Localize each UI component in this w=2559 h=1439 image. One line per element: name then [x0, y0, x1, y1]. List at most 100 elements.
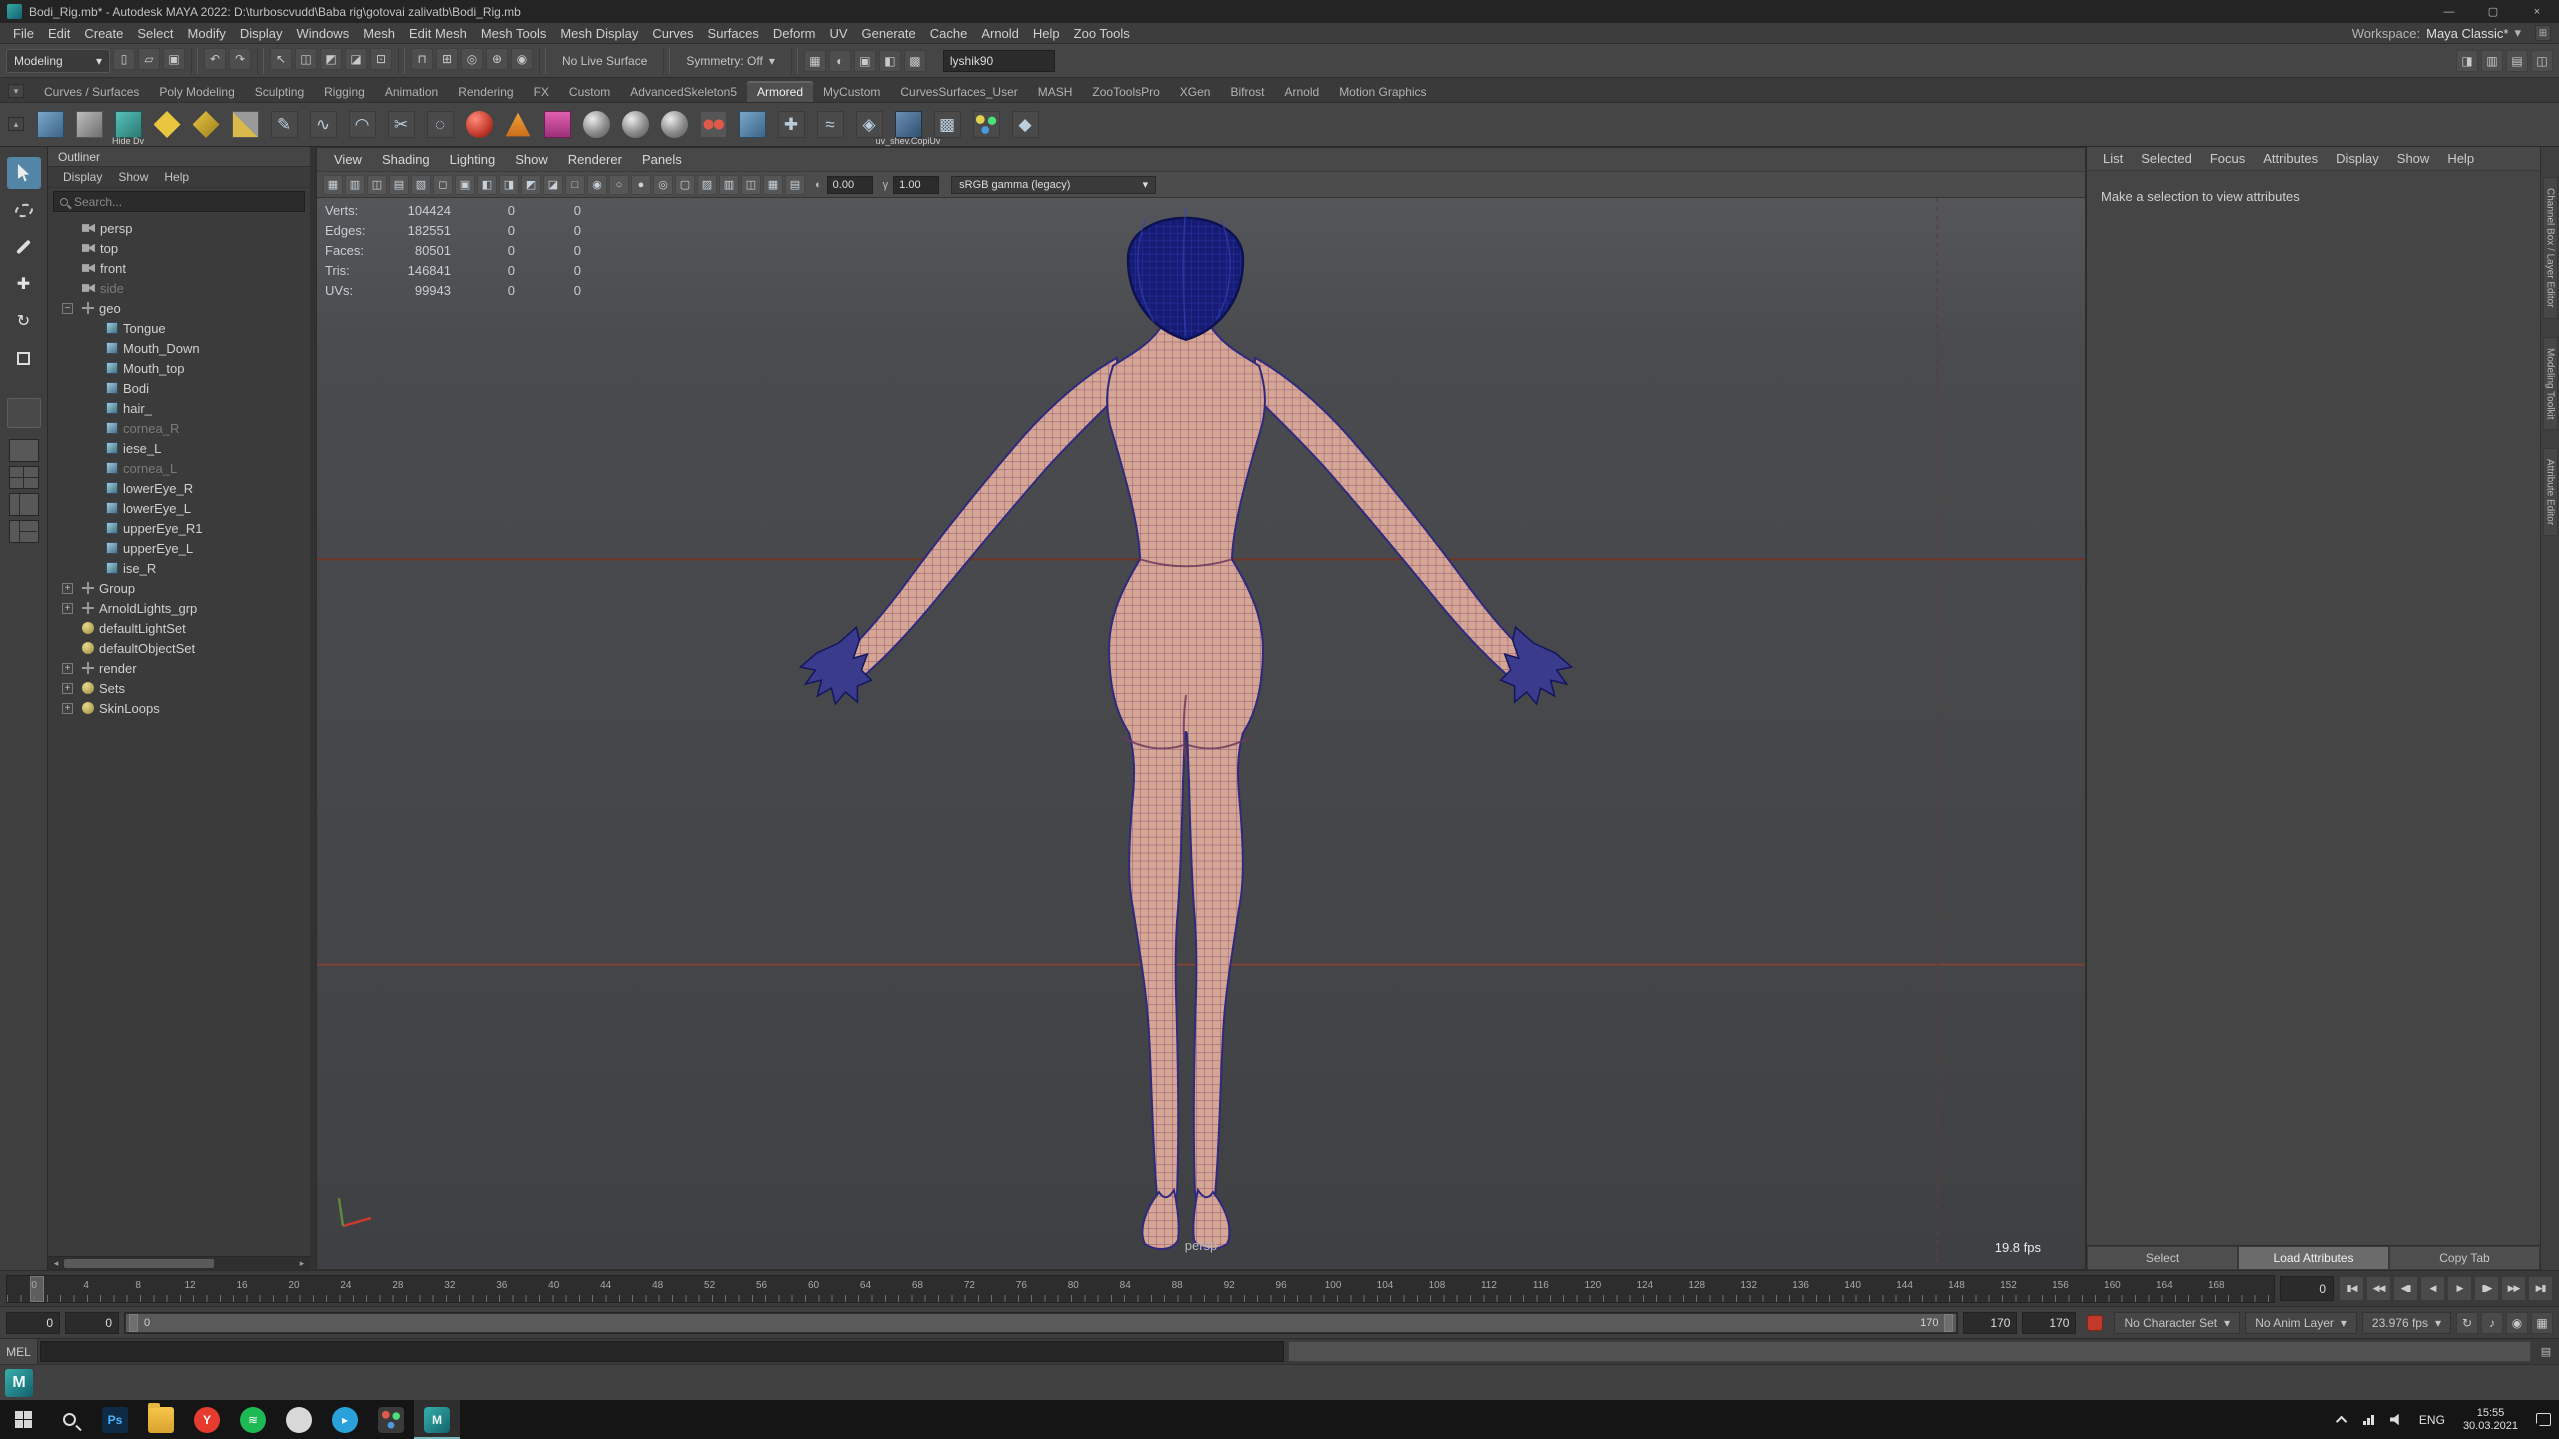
- shelf-tab[interactable]: Rendering: [448, 81, 523, 102]
- outliner-item[interactable]: iese_L: [48, 438, 310, 458]
- menu-item[interactable]: File: [6, 26, 41, 41]
- playback-option-icon[interactable]: ↻: [2456, 1311, 2478, 1334]
- expand-toggle-icon[interactable]: +: [62, 702, 73, 714]
- outliner-item[interactable]: + ArnoldLights_grp: [48, 598, 310, 618]
- start-button[interactable]: [0, 1400, 46, 1439]
- tray-expand-icon[interactable]: [2331, 1400, 2355, 1439]
- playback-speed-dropdown[interactable]: 23.976 fps ▾: [2361, 1311, 2451, 1334]
- sidebar-vertical-tab[interactable]: Attribute Editor: [2542, 448, 2558, 537]
- attribute-editor-menu-item[interactable]: Display: [2328, 151, 2387, 166]
- restore-button[interactable]: ▢: [2471, 0, 2515, 23]
- symmetry-selector[interactable]: Symmetry: Off ▾: [676, 54, 784, 68]
- viewport-toolbar-icon[interactable]: ◧: [477, 174, 497, 195]
- outliner-menu-item[interactable]: Help: [157, 170, 196, 184]
- playback-range-bar[interactable]: 0 170: [126, 1313, 1957, 1332]
- language-indicator[interactable]: ENG: [2411, 1400, 2453, 1439]
- menu-item[interactable]: UV: [822, 26, 854, 41]
- last-tool-slot[interactable]: [6, 398, 41, 428]
- menu-item[interactable]: Display: [233, 26, 290, 41]
- shelf-tab[interactable]: Curves / Surfaces: [34, 81, 149, 102]
- viewport-toolbar-icon[interactable]: ▥: [719, 174, 739, 195]
- script-editor-icon[interactable]: ▤: [2533, 1339, 2559, 1364]
- viewport-toolbar-icon[interactable]: ◉: [587, 174, 607, 195]
- expand-toggle-icon[interactable]: −: [62, 302, 73, 314]
- notifications-icon[interactable]: [2528, 1400, 2559, 1439]
- character-set-dropdown[interactable]: No Character Set ▾: [2114, 1311, 2241, 1334]
- playback-end-field[interactable]: 170: [1963, 1311, 2018, 1334]
- animation-end-field[interactable]: 170: [2022, 1311, 2077, 1334]
- command-language-button[interactable]: MEL: [0, 1339, 38, 1364]
- shelf-button[interactable]: ✂: [385, 104, 417, 146]
- minimize-button[interactable]: —: [2427, 0, 2471, 23]
- viewport-menu-item[interactable]: View: [325, 152, 371, 167]
- menu-item[interactable]: Edit: [41, 26, 77, 41]
- anim-layer-dropdown[interactable]: No Anim Layer ▾: [2245, 1311, 2357, 1334]
- outliner-item[interactable]: + Group: [48, 578, 310, 598]
- viewport-toolbar-icon[interactable]: ◫: [741, 174, 761, 195]
- network-icon[interactable]: [2355, 1400, 2382, 1439]
- app-icon[interactable]: [276, 1400, 322, 1439]
- status-line-icon[interactable]: ⊡: [370, 47, 392, 70]
- layout-two-pane[interactable]: [8, 493, 39, 516]
- status-line-icon[interactable]: ◩: [320, 47, 342, 70]
- gamma-icon[interactable]: γ: [875, 179, 892, 191]
- shelf-button[interactable]: ◆: [1009, 104, 1041, 146]
- taskbar-search-button[interactable]: [46, 1400, 92, 1439]
- status-line-icon[interactable]: ◉: [511, 47, 533, 70]
- gamma-field[interactable]: 1.00: [893, 175, 940, 194]
- range-handle-left[interactable]: [129, 1313, 138, 1332]
- viewport-toolbar-icon[interactable]: ◨: [499, 174, 519, 195]
- render-icon[interactable]: ▦: [803, 49, 826, 72]
- command-input[interactable]: [40, 1341, 1284, 1362]
- scene-canvas[interactable]: [317, 198, 2085, 1269]
- viewport-toolbar-icon[interactable]: ○: [609, 174, 629, 195]
- layout-single-pane[interactable]: [8, 439, 39, 462]
- outliner-item[interactable]: front: [48, 258, 310, 278]
- view-transform-dropdown[interactable]: sRGB gamma (legacy) ▾: [951, 175, 1157, 194]
- shelf-button[interactable]: uv_shev.CopiUv: [876, 104, 940, 146]
- shelf-button[interactable]: [541, 104, 573, 146]
- viewport-menu-item[interactable]: Show: [506, 152, 557, 167]
- range-slider-track[interactable]: 0 170: [124, 1311, 1959, 1334]
- workspace-selector[interactable]: Workspace: Maya Classic* ▾ ⊞: [2352, 25, 2551, 41]
- playback-option-icon[interactable]: ◉: [2506, 1311, 2528, 1334]
- attribute-editor-menu-item[interactable]: Focus: [2202, 151, 2253, 166]
- viewport-toolbar-icon[interactable]: ▣: [455, 174, 475, 195]
- attribute-editor-menu-item[interactable]: Help: [2439, 151, 2482, 166]
- shelf-button[interactable]: [580, 104, 612, 146]
- viewport-toolbar-icon[interactable]: ▧: [411, 174, 431, 195]
- menu-item[interactable]: Create: [77, 26, 130, 41]
- shelf-tab[interactable]: Armored: [747, 81, 814, 102]
- outliner-item[interactable]: side: [48, 278, 310, 298]
- outliner-item[interactable]: Mouth_top: [48, 358, 310, 378]
- shelf-button[interactable]: [697, 104, 729, 146]
- outliner-item[interactable]: Bodi: [48, 378, 310, 398]
- scale-tool[interactable]: [7, 342, 41, 374]
- step-back-key-button[interactable]: ◀▮: [2393, 1276, 2418, 1301]
- status-line-icon[interactable]: ◫: [295, 47, 317, 70]
- viewport-toolbar-icon[interactable]: ▤: [785, 174, 805, 195]
- menu-item[interactable]: Select: [130, 26, 180, 41]
- shelf-tab[interactable]: Sculpting: [245, 81, 314, 102]
- outliner-item[interactable]: defaultObjectSet: [48, 638, 310, 658]
- play-forward-button[interactable]: ▶: [2447, 1276, 2472, 1301]
- viewport-toolbar-icon[interactable]: ▥: [345, 174, 365, 195]
- sidebar-toggle-icon[interactable]: ▥: [2481, 49, 2503, 72]
- status-line-icon[interactable]: [191, 47, 198, 74]
- shelf-button[interactable]: ∿: [307, 104, 339, 146]
- sidebar-vertical-tab[interactable]: Modeling Toolkit: [2542, 336, 2558, 431]
- outliner-item[interactable]: Mouth_Down: [48, 338, 310, 358]
- volume-icon[interactable]: [2382, 1400, 2411, 1439]
- attribute-editor-button[interactable]: Select: [2087, 1246, 2238, 1270]
- shelf-button[interactable]: ✎: [268, 104, 300, 146]
- scroll-right-icon[interactable]: ▸: [296, 1258, 308, 1269]
- shelf-tab[interactable]: Animation: [375, 81, 448, 102]
- outliner-item[interactable]: cornea_L: [48, 458, 310, 478]
- attribute-editor-menu-item[interactable]: Selected: [2133, 151, 2200, 166]
- rotate-tool[interactable]: ↻: [7, 305, 41, 337]
- menu-item[interactable]: Windows: [289, 26, 356, 41]
- shelf-tab[interactable]: Motion Graphics: [1329, 81, 1436, 102]
- shelf-tab[interactable]: FX: [524, 81, 559, 102]
- menu-item[interactable]: Cache: [923, 26, 975, 41]
- outliner-search-input[interactable]: Search...: [53, 191, 305, 212]
